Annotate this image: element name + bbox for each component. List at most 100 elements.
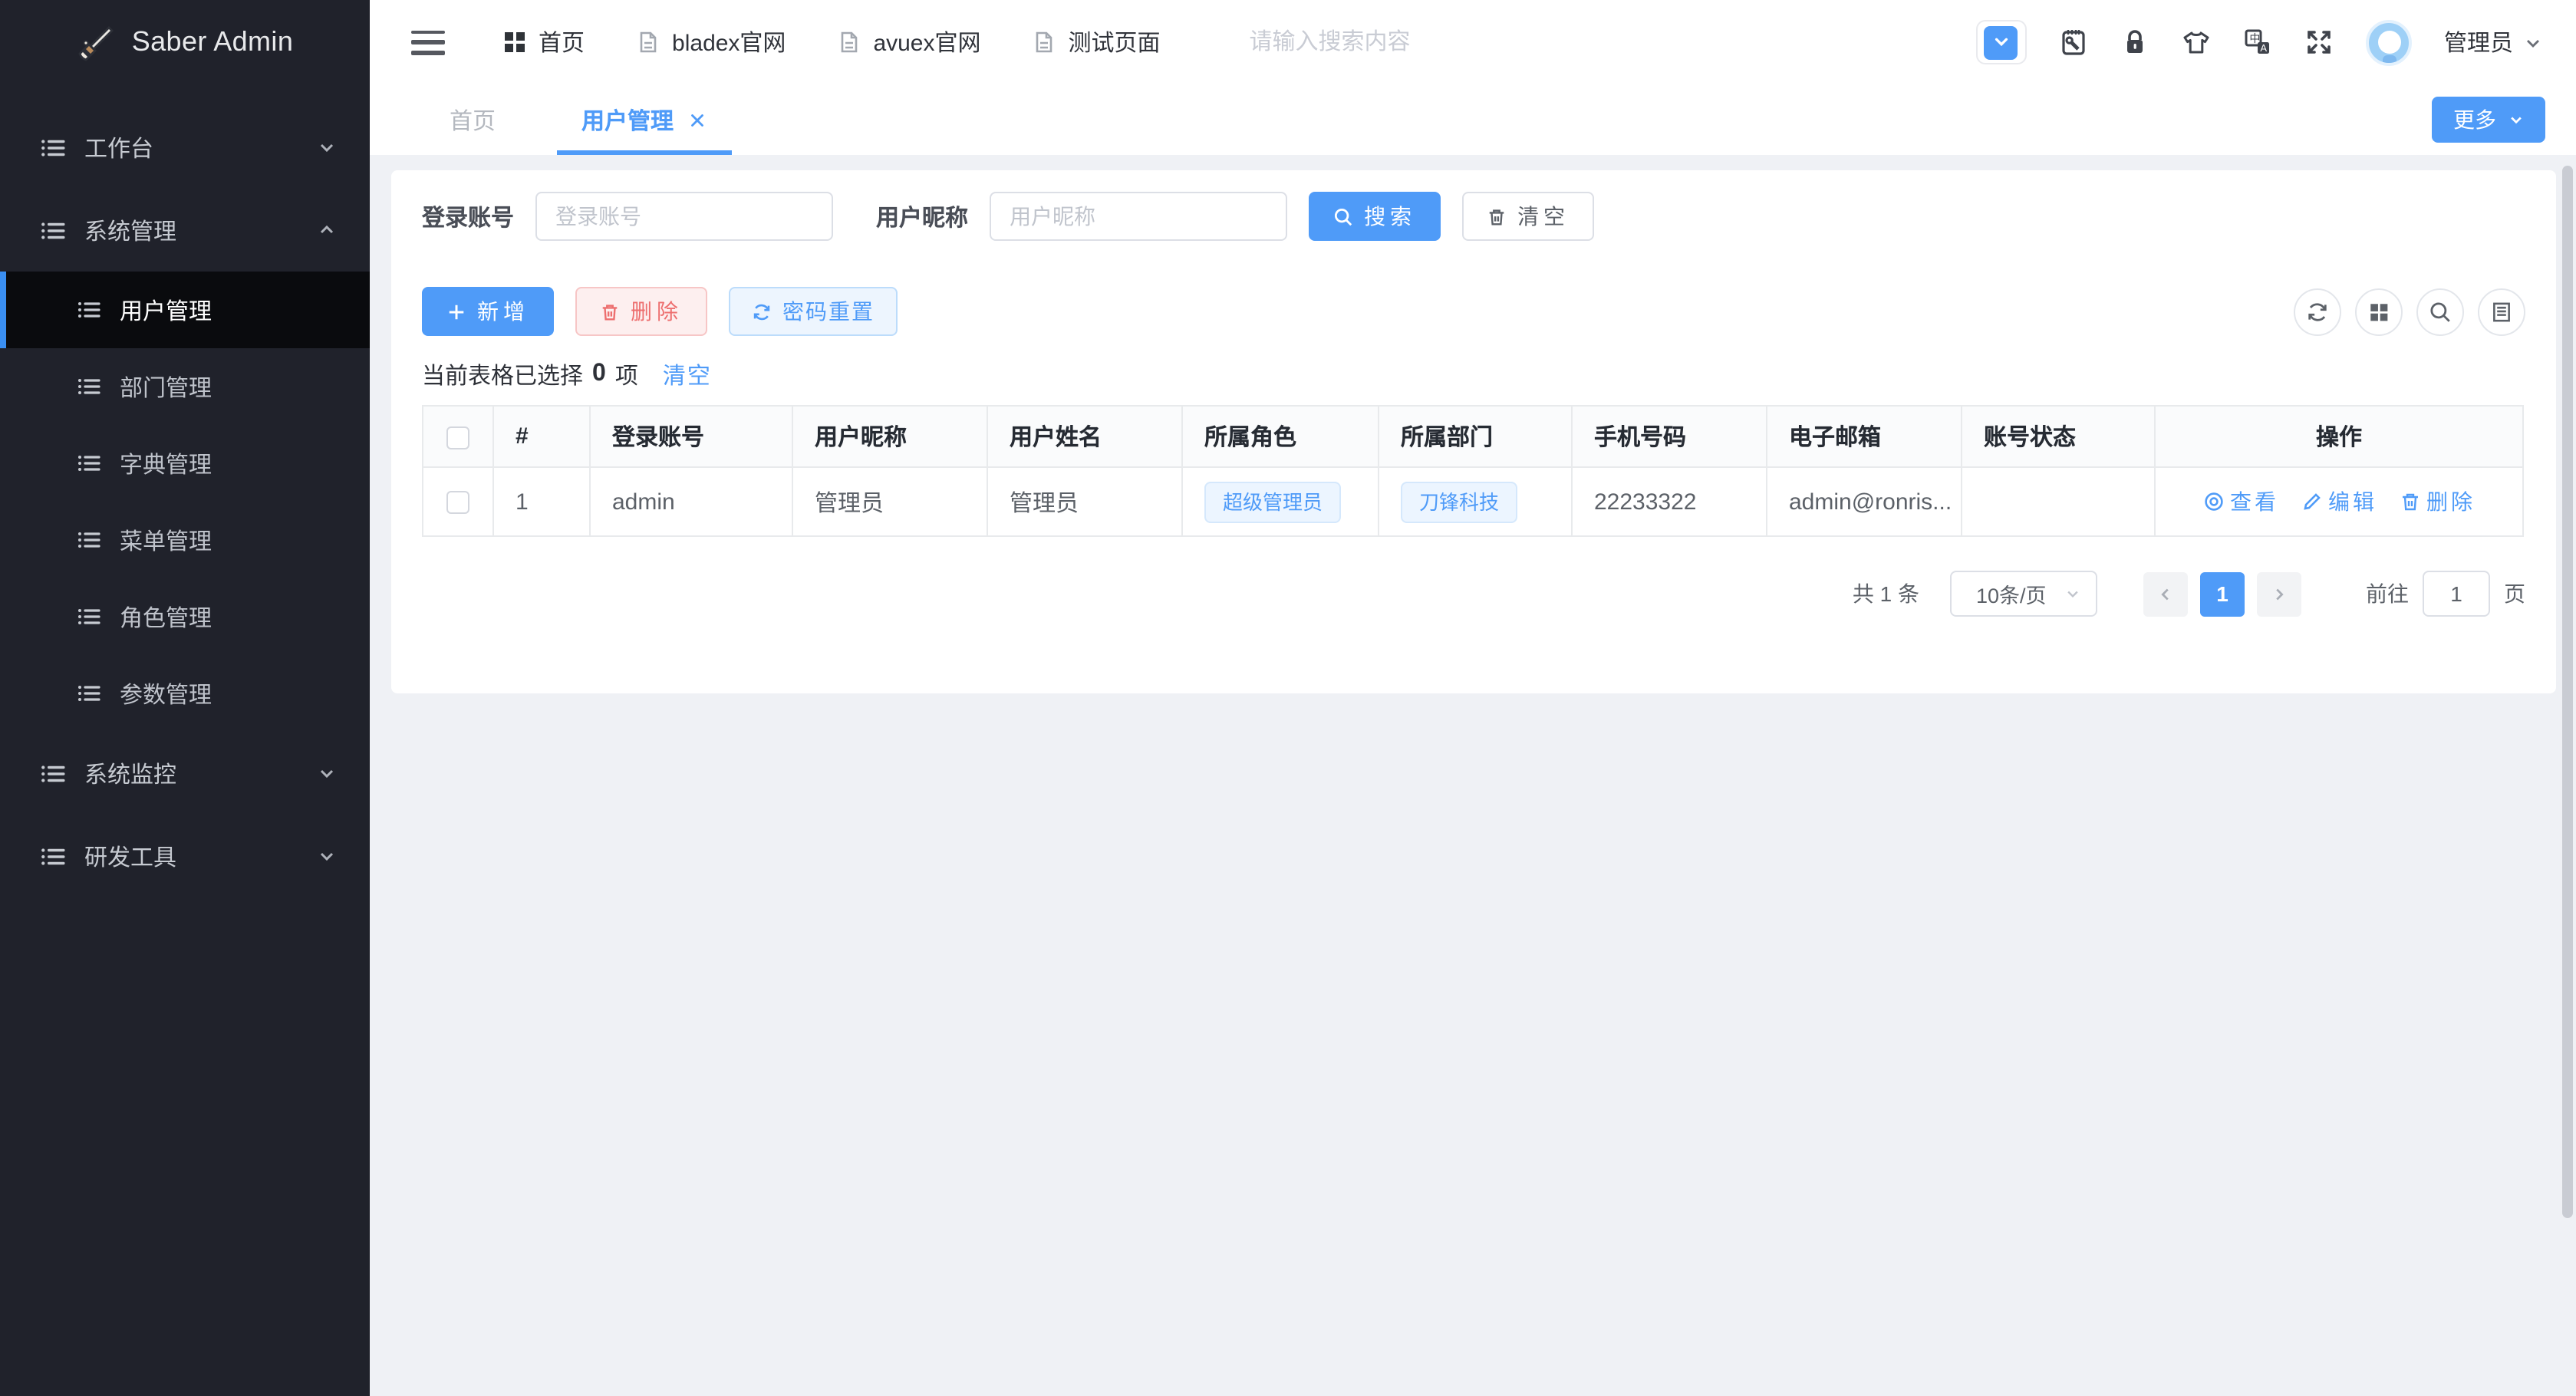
- cell-name: 管理员: [987, 466, 1183, 537]
- search-button-label: 搜索: [1364, 204, 1417, 229]
- fullscreen-icon[interactable]: [2304, 28, 2334, 57]
- col-phone: 手机号码: [1571, 405, 1767, 468]
- col-dept: 所属部门: [1378, 405, 1573, 468]
- chevron-down-icon: [320, 852, 334, 861]
- search-button[interactable]: 搜索: [1309, 192, 1441, 241]
- svg-text:A: A: [2260, 42, 2267, 54]
- sidebar-item-label: 字典管理: [120, 452, 212, 478]
- sidebar-item-dept-mgmt[interactable]: 部门管理: [0, 348, 370, 425]
- cell-status: [1961, 466, 2156, 537]
- log-view-button[interactable]: [2478, 288, 2525, 335]
- add-button[interactable]: 新增: [422, 287, 554, 336]
- menu-list-icon: [78, 302, 100, 318]
- user-menu[interactable]: 管理员: [2444, 26, 2542, 58]
- delete-button-label: 删除: [631, 299, 683, 324]
- nickname-label: 用户昵称: [876, 205, 969, 231]
- chevron-up-icon: [320, 225, 334, 234]
- debug-clipboard-icon[interactable]: [2059, 28, 2088, 57]
- next-page-button[interactable]: [2257, 571, 2301, 616]
- sidebar-item-label: 部门管理: [120, 375, 212, 401]
- view-link[interactable]: 查看: [2202, 486, 2279, 517]
- selection-clear-link[interactable]: 清空: [663, 358, 712, 390]
- tab-user-mgmt[interactable]: 用户管理: [557, 84, 733, 155]
- sidebar-item-label: 系统管理: [84, 219, 177, 245]
- edit-link[interactable]: 编辑: [2301, 486, 2377, 517]
- cell-email: admin@ronris...: [1766, 466, 1962, 537]
- role-tag: 超级管理员: [1204, 481, 1342, 522]
- cell-nickname: 管理员: [792, 466, 988, 537]
- add-button-label: 新增: [477, 299, 529, 324]
- sidebar-item-label: 菜单管理: [120, 528, 212, 555]
- sidebar-item-user-mgmt[interactable]: 用户管理: [0, 272, 370, 348]
- sidebar-item-role-mgmt[interactable]: 角色管理: [0, 578, 370, 655]
- account-label: 登录账号: [422, 205, 515, 231]
- search-toggle-button[interactable]: [2416, 288, 2464, 335]
- sidebar: Saber Admin 工作台 系统管理 用户管理 部门管理 字典管理 菜单管理…: [0, 0, 370, 1396]
- row-checkbox[interactable]: [446, 491, 469, 515]
- delete-button[interactable]: 删除: [575, 287, 707, 336]
- lock-icon[interactable]: [2120, 28, 2149, 57]
- nickname-input[interactable]: [990, 192, 1288, 241]
- sidebar-item-monitor[interactable]: 系统监控: [0, 732, 370, 815]
- theme-shirt-icon[interactable]: [2182, 28, 2211, 57]
- more-tabs-label: 更多: [2453, 107, 2496, 132]
- refresh-button[interactable]: [2294, 288, 2341, 335]
- menu-list-icon: [78, 686, 100, 701]
- menu-list-icon: [41, 765, 65, 782]
- more-tabs-button[interactable]: 更多: [2432, 97, 2545, 143]
- edit-pencil-icon: [2303, 493, 2320, 510]
- goto-page-input[interactable]: [2423, 571, 2490, 617]
- app-root: Saber Admin 工作台 系统管理 用户管理 部门管理 字典管理 菜单管理…: [0, 0, 2576, 1396]
- sidebar-item-param-mgmt[interactable]: 参数管理: [0, 655, 370, 732]
- global-search-input[interactable]: [1249, 29, 1603, 55]
- list-document-icon: [2493, 301, 2510, 321]
- chevron-left-icon: [2161, 588, 2169, 600]
- hamburger-icon[interactable]: [411, 30, 445, 54]
- close-icon[interactable]: [687, 110, 707, 130]
- sidebar-item-dict-mgmt[interactable]: 字典管理: [0, 425, 370, 502]
- table-toolbar: [2294, 288, 2525, 335]
- user-avatar[interactable]: [2365, 19, 2412, 65]
- sidebar-item-menu-mgmt[interactable]: 菜单管理: [0, 502, 370, 578]
- topnav-item-avuex[interactable]: avuex官网: [838, 26, 981, 58]
- grid-icon: [505, 32, 525, 52]
- top-header: 首页 bladex官网 avuex官网 测试页面 请输入搜索内容 中 A 管理员: [370, 0, 2576, 84]
- menu-collapse-toggle-button[interactable]: [1975, 20, 2027, 64]
- chevron-down-icon: [2527, 39, 2539, 47]
- sidebar-item-workbench[interactable]: 工作台: [0, 106, 370, 189]
- topnav-item-testpage[interactable]: 测试页面: [1033, 26, 1161, 58]
- prev-page-button[interactable]: [2143, 571, 2188, 616]
- topnav-item-home[interactable]: 首页: [503, 26, 585, 58]
- vertical-scrollbar[interactable]: [2562, 166, 2573, 1218]
- pagination: 共 1 条 10条/页 1 前往 页: [422, 571, 2525, 617]
- selection-count: 0: [592, 361, 606, 387]
- sidebar-item-system[interactable]: 系统管理: [0, 189, 370, 272]
- reset-password-button[interactable]: 密码重置: [729, 287, 898, 336]
- chevron-down-icon: [320, 143, 334, 153]
- app-title: Saber Admin: [131, 26, 294, 57]
- delete-link[interactable]: 删除: [2399, 486, 2476, 517]
- page-size-select[interactable]: 10条/页: [1950, 571, 2097, 617]
- account-input[interactable]: [535, 192, 834, 241]
- delete-label: 删除: [2426, 489, 2476, 514]
- current-page-button[interactable]: 1: [2200, 571, 2245, 616]
- column-settings-button[interactable]: [2355, 288, 2403, 335]
- language-icon[interactable]: 中 A: [2243, 28, 2272, 57]
- tab-bar: 首页 用户管理 更多: [370, 84, 2576, 155]
- select-all-checkbox[interactable]: [446, 426, 469, 449]
- tab-home[interactable]: 首页: [434, 84, 511, 155]
- filter-form: 登录账号 用户昵称 搜索 清空: [422, 192, 2525, 241]
- main-area: 首页 bladex官网 avuex官网 测试页面 请输入搜索内容 中 A 管理员…: [370, 0, 2576, 1396]
- grid-icon: [2370, 303, 2388, 321]
- view-label: 查看: [2230, 489, 2279, 514]
- col-index: #: [492, 405, 591, 468]
- selection-suffix: 项: [614, 363, 638, 389]
- clear-button-label: 清空: [1517, 204, 1570, 229]
- topnav-label: 首页: [539, 31, 585, 57]
- topnav-item-bladex[interactable]: bladex官网: [637, 26, 786, 58]
- sidebar-item-devtools[interactable]: 研发工具: [0, 815, 370, 897]
- clear-button[interactable]: 清空: [1462, 192, 1595, 241]
- sidebar-menu: 工作台 系统管理 用户管理 部门管理 字典管理 菜单管理 角色管理 参数管理 系…: [0, 84, 370, 897]
- total-count: 共 1 条: [1852, 581, 1919, 606]
- saber-logo-icon: [78, 25, 114, 61]
